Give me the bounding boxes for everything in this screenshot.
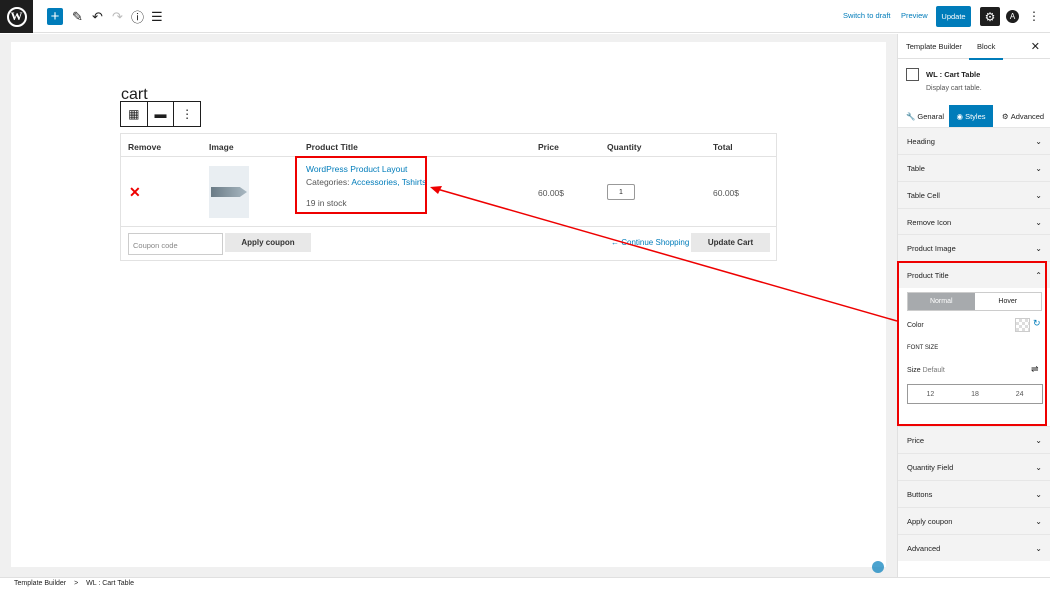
chevron-down-icon: ⌄ bbox=[1035, 191, 1042, 200]
table-icon bbox=[906, 68, 919, 81]
align-icon[interactable]: ▬ bbox=[148, 102, 175, 126]
sidebar-tabs: Template Builder Block ✕ bbox=[898, 34, 1050, 60]
panel-buttons[interactable]: Buttons ⌄ bbox=[898, 480, 1050, 507]
header-quantity: Quantity bbox=[607, 142, 642, 152]
more-options-icon[interactable]: ⋮ bbox=[1028, 9, 1040, 23]
panel-label: Advanced bbox=[907, 544, 941, 553]
edit-tool-icon[interactable]: ✎ bbox=[72, 8, 83, 25]
header-total: Total bbox=[713, 142, 733, 152]
header-price: Price bbox=[538, 142, 559, 152]
chevron-down-icon: ⌄ bbox=[1035, 244, 1042, 253]
tab-template-builder[interactable]: Template Builder bbox=[906, 42, 962, 51]
list-view-icon[interactable]: ☰ bbox=[151, 8, 163, 25]
tab-general-label: Genaral bbox=[917, 111, 945, 121]
panel-label: Price bbox=[907, 436, 925, 445]
quantity-input[interactable]: 1 bbox=[607, 184, 635, 200]
help-icon[interactable] bbox=[872, 561, 884, 573]
chevron-down-icon: ⌄ bbox=[1035, 137, 1042, 146]
block-name: WL : Cart Table bbox=[926, 70, 981, 79]
header-remove: Remove bbox=[128, 142, 162, 152]
tab-general[interactable]: 🔧 Genaral bbox=[904, 105, 946, 127]
switch-to-draft-button[interactable]: Switch to draft bbox=[843, 11, 891, 20]
update-button[interactable]: Update bbox=[936, 6, 971, 27]
divider bbox=[121, 226, 776, 227]
panel-label: Product Image bbox=[907, 244, 956, 253]
chevron-down-icon: ⌄ bbox=[1035, 490, 1042, 499]
panel-label: Table bbox=[907, 164, 925, 173]
panel-remove-icon[interactable]: Remove Icon ⌄ bbox=[898, 208, 1050, 235]
highlight-box-sidebar bbox=[897, 261, 1047, 426]
panel-table-cell[interactable]: Table Cell ⌄ bbox=[898, 181, 1050, 208]
continue-shopping-link[interactable]: ← Continue Shopping bbox=[611, 238, 689, 247]
table-block-icon[interactable]: ▦ bbox=[121, 102, 148, 126]
tab-advanced-label: Advanced bbox=[1010, 111, 1045, 121]
info-icon[interactable]: ⓘ bbox=[131, 8, 144, 25]
chevron-down-icon: ⌄ bbox=[1035, 436, 1042, 445]
update-cart-button[interactable]: Update Cart bbox=[691, 233, 770, 252]
redo-icon[interactable]: ↷ bbox=[112, 8, 123, 25]
mode-tabs: 🔧 Genaral ◉ Styles ⚙ Advanced bbox=[898, 105, 1050, 127]
close-icon[interactable]: ✕ bbox=[1031, 40, 1040, 53]
coupon-code-input[interactable]: Coupon code bbox=[128, 233, 223, 255]
product-image[interactable] bbox=[209, 166, 249, 218]
panel-label: Apply coupon bbox=[907, 517, 953, 526]
pen-image-icon bbox=[211, 187, 247, 197]
cart-table: Remove Image Product Title Price Quantit… bbox=[120, 133, 777, 261]
panel-label: Buttons bbox=[907, 490, 933, 499]
header-image: Image bbox=[209, 142, 234, 152]
panel-advanced[interactable]: Advanced ⌄ bbox=[898, 534, 1050, 561]
panel-label: Heading bbox=[907, 137, 935, 146]
panel-product-image[interactable]: Product Image ⌄ bbox=[898, 234, 1050, 261]
wordpress-logo-icon[interactable]: W bbox=[0, 0, 33, 33]
block-more-icon[interactable]: ⋮ bbox=[174, 102, 200, 126]
chevron-down-icon: ⌄ bbox=[1035, 517, 1042, 526]
panel-label: Quantity Field bbox=[907, 463, 954, 472]
breadcrumb: Template Builder > WL : Cart Table bbox=[0, 577, 1050, 590]
panel-price[interactable]: Price ⌄ bbox=[898, 426, 1050, 453]
continue-shopping-label: Continue Shopping bbox=[621, 238, 690, 247]
highlight-box-product-title bbox=[295, 156, 427, 214]
top-toolbar: W + ✎ ↶ ↷ ⓘ ☰ Switch to draft Preview Up… bbox=[0, 0, 1050, 33]
tab-advanced[interactable]: ⚙ Advanced bbox=[997, 105, 1049, 127]
header-product-title: Product Title bbox=[306, 142, 358, 152]
astra-icon[interactable]: A bbox=[1006, 10, 1019, 23]
add-block-button[interactable]: + bbox=[47, 8, 63, 25]
tab-block[interactable]: Block bbox=[968, 42, 1004, 60]
block-description: Display cart table. bbox=[926, 85, 982, 92]
block-toolbar: ▦ ▬ ⋮ bbox=[120, 101, 201, 127]
block-card: WL : Cart Table Display cart table. bbox=[906, 68, 1046, 98]
panel-quantity-field[interactable]: Quantity Field ⌄ bbox=[898, 453, 1050, 480]
panel-heading[interactable]: Heading ⌄ bbox=[898, 127, 1050, 154]
product-price: 60.00$ bbox=[538, 188, 564, 198]
product-total: 60.00$ bbox=[713, 188, 739, 198]
panel-table[interactable]: Table ⌄ bbox=[898, 154, 1050, 181]
breadcrumb-separator: > bbox=[74, 580, 79, 587]
preview-button[interactable]: Preview bbox=[901, 11, 928, 20]
breadcrumb-item[interactable]: Template Builder bbox=[14, 580, 66, 587]
breadcrumb-item[interactable]: WL : Cart Table bbox=[86, 580, 134, 587]
panel-label: Table Cell bbox=[907, 191, 940, 200]
apply-coupon-button[interactable]: Apply coupon bbox=[225, 233, 311, 252]
chevron-down-icon: ⌄ bbox=[1035, 463, 1042, 472]
tab-styles-label: Styles bbox=[965, 111, 986, 121]
undo-icon[interactable]: ↶ bbox=[92, 8, 103, 25]
panel-label: Remove Icon bbox=[907, 218, 952, 227]
remove-item-icon[interactable]: ✕ bbox=[129, 184, 141, 201]
tab-styles[interactable]: ◉ Styles bbox=[949, 105, 993, 127]
settings-gear-icon[interactable]: ⚙ bbox=[980, 7, 1000, 26]
panel-apply-coupon[interactable]: Apply coupon ⌄ bbox=[898, 507, 1050, 534]
divider bbox=[121, 156, 776, 157]
chevron-down-icon: ⌄ bbox=[1035, 164, 1042, 173]
chevron-down-icon: ⌄ bbox=[1035, 218, 1042, 227]
chevron-down-icon: ⌄ bbox=[1035, 544, 1042, 553]
